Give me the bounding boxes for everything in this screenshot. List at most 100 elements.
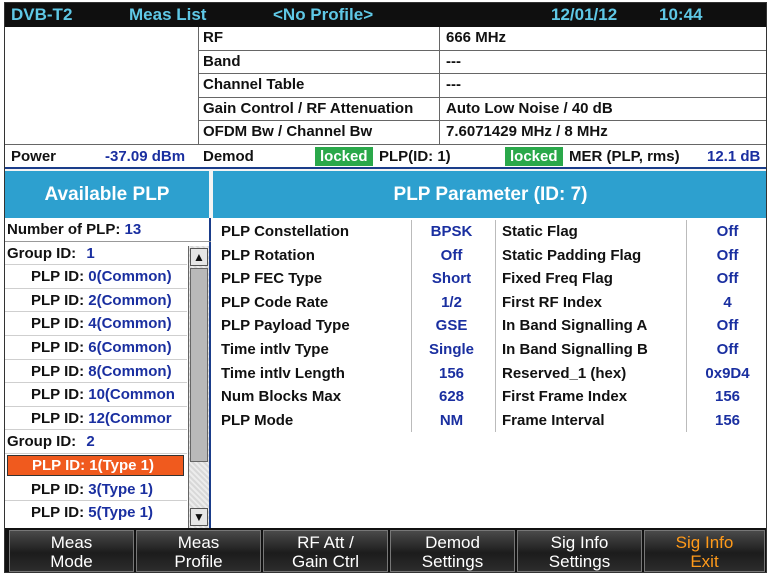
demod-settings-softkey[interactable]: Demod Settings [390, 530, 515, 572]
plp-id-value: 4(Common) [88, 315, 172, 333]
parameter-row: Num Blocks Max 628 First Frame Index 156 [211, 385, 766, 409]
parameter-value: Off [686, 314, 766, 338]
parameter-row: PLP Constellation BPSK Static Flag Off [211, 220, 766, 244]
parameter-name: First RF Index [495, 290, 685, 315]
parameter-name: Reserved_1 (hex) [495, 361, 685, 386]
plp-list-item[interactable]: PLP ID: 5(Type 1) [5, 501, 187, 525]
info-value: 7.6071429 MHz / 8 MHz [446, 123, 608, 141]
info-value: --- [446, 52, 461, 70]
parameter-row: PLP Mode NM Frame Interval 156 [211, 408, 766, 433]
group-id: 2 [86, 433, 95, 451]
parameter-name: PLP FEC Type [221, 270, 323, 288]
parameter-name: PLP Constellation [221, 223, 350, 240]
parameter-value: 156 [686, 385, 766, 409]
group-label: Group ID: [7, 244, 77, 262]
plp-id-label: PLP ID: [31, 480, 85, 498]
info-row-band: Band --- [199, 50, 766, 75]
plp-id-value: 12(Commor [88, 409, 172, 427]
plp-list-item[interactable]: PLP ID: 12(Commor [5, 407, 187, 431]
parameter-value: GSE [411, 314, 491, 338]
plp-list-item[interactable]: PLP ID: 10(Common [5, 383, 187, 407]
plp-list-item[interactable]: PLP ID: 2(Common) [5, 289, 187, 313]
parameter-name: In Band Signalling A [495, 314, 685, 338]
info-value: Auto Low Noise / 40 dB [446, 99, 613, 117]
parameter-value: Single [411, 338, 491, 362]
measurement-status-row: Power -37.09 dBm Demod locked PLP(ID: 1)… [5, 145, 766, 169]
plp-id-label: PLP ID: [31, 409, 85, 427]
softkey-line2: Profile [174, 552, 223, 571]
analyzer-screen: DVB-T2 Meas List <No Profile> 12/01/12 1… [4, 2, 767, 573]
sig-info-settings-softkey[interactable]: Sig Info Settings [517, 530, 642, 572]
rf-att-gain-ctrl-softkey[interactable]: RF Att / Gain Ctrl [263, 530, 388, 572]
parameter-value: 628 [411, 385, 491, 409]
group-header[interactable]: Group ID: 2 [5, 430, 187, 454]
plp-id-value: 8(Common) [88, 362, 172, 380]
plp-list-item[interactable]: PLP ID: 0(Common) [5, 265, 187, 289]
plp-id-value: 5(Type 1) [88, 504, 153, 522]
scroll-up-button[interactable]: ▲ [190, 248, 208, 266]
plp-list-item-selected[interactable]: PLP ID: 1(Type 1) [7, 455, 184, 476]
parameter-name: Time intlv Type [221, 341, 329, 358]
scrollbar-thumb[interactable] [190, 268, 208, 462]
parameter-name: Time intlv Length [221, 364, 345, 382]
softkey-line1: Meas [50, 533, 93, 552]
available-plp-list: Number of PLP: 13 Group ID: 1 PLP ID: 0(… [5, 218, 211, 528]
power-value: -37.09 dBm [105, 148, 186, 165]
demod-label: Demod [203, 148, 254, 165]
plp-id-label: PLP ID: [32, 457, 86, 474]
softkey-line2: Mode [50, 552, 93, 571]
group-header[interactable]: Group ID: 1 [5, 242, 187, 266]
info-row-gain-control: Gain Control / RF Attenuation Auto Low N… [199, 97, 766, 122]
parameter-name: PLP Code Rate [221, 293, 329, 311]
softkey-line2: Settings [548, 552, 611, 571]
power-label: Power [11, 148, 57, 165]
info-blank-cell [5, 27, 199, 145]
plp-id-value: 3(Type 1) [88, 480, 153, 498]
parameter-row: PLP Code Rate 1/2 First RF Index 4 [211, 290, 766, 315]
softkey-line2: Exit [690, 552, 719, 571]
plp-list-item[interactable]: PLP ID: 8(Common) [5, 360, 187, 384]
plp-locked-badge: locked [505, 147, 563, 166]
parameter-row: Time intlv Length 156 Reserved_1 (hex) 0… [211, 361, 766, 386]
plp-parameter-table: PLP Constellation BPSK Static Flag Off P… [211, 218, 766, 528]
parameter-row: PLP Rotation Off Static Padding Flag Off [211, 243, 766, 268]
profile-label: <No Profile> [273, 5, 374, 24]
info-label: RF [199, 27, 440, 50]
softkey-line1: Meas [177, 533, 220, 552]
plp-list-item[interactable]: PLP ID: 4(Common) [5, 312, 187, 336]
info-row-ofdm-bw: OFDM Bw / Channel Bw 7.6071429 MHz / 8 M… [199, 121, 766, 145]
parameter-value: Off [411, 243, 491, 268]
plp-id-label: PLP ID: [31, 386, 85, 404]
parameter-value: BPSK [411, 220, 491, 244]
parameter-row: Time intlv Type Single In Band Signallin… [211, 338, 766, 362]
sig-info-exit-softkey[interactable]: Sig Info Exit [644, 530, 765, 572]
parameter-value: Off [686, 338, 766, 362]
info-value: --- [446, 76, 461, 94]
triangle-up-icon: ▲ [193, 250, 205, 264]
meas-profile-softkey[interactable]: Meas Profile [136, 530, 261, 572]
number-of-plp: Number of PLP: 13 [5, 218, 211, 242]
number-of-plp-label: Number of PLP: [7, 221, 121, 238]
info-label: Band [199, 50, 440, 74]
plp-id-label: PLP ID: [31, 504, 85, 522]
info-value: 666 MHz [446, 29, 507, 46]
scroll-down-button[interactable]: ▼ [190, 508, 208, 526]
number-of-plp-value: 13 [124, 221, 142, 238]
info-label: Channel Table [199, 74, 440, 97]
plp-id-label: PLP ID: [31, 291, 85, 309]
group-label: Group ID: [7, 433, 77, 451]
available-plp-header: Available PLP [5, 171, 209, 218]
plp-list-item[interactable]: PLP ID: 3(Type 1) [5, 478, 187, 502]
plp-id-label: PLP ID: [31, 268, 85, 286]
plp-list-scrollbar[interactable]: ▲ ▼ [188, 246, 209, 528]
info-row-channel-table: Channel Table --- [199, 74, 766, 98]
triangle-down-icon: ▼ [193, 510, 205, 524]
softkey-line1: RF Att / [297, 533, 354, 552]
plp-list-item[interactable]: PLP ID: 6(Common) [5, 336, 187, 360]
meas-mode-softkey[interactable]: Meas Mode [9, 530, 134, 572]
mer-value: 12.1 dB [707, 148, 761, 165]
parameter-value: 156 [411, 361, 491, 386]
softkey-line1: Sig Info [550, 533, 609, 552]
plp-label: PLP(ID: 1) [379, 148, 451, 165]
parameter-name: Static Padding Flag [495, 243, 685, 268]
